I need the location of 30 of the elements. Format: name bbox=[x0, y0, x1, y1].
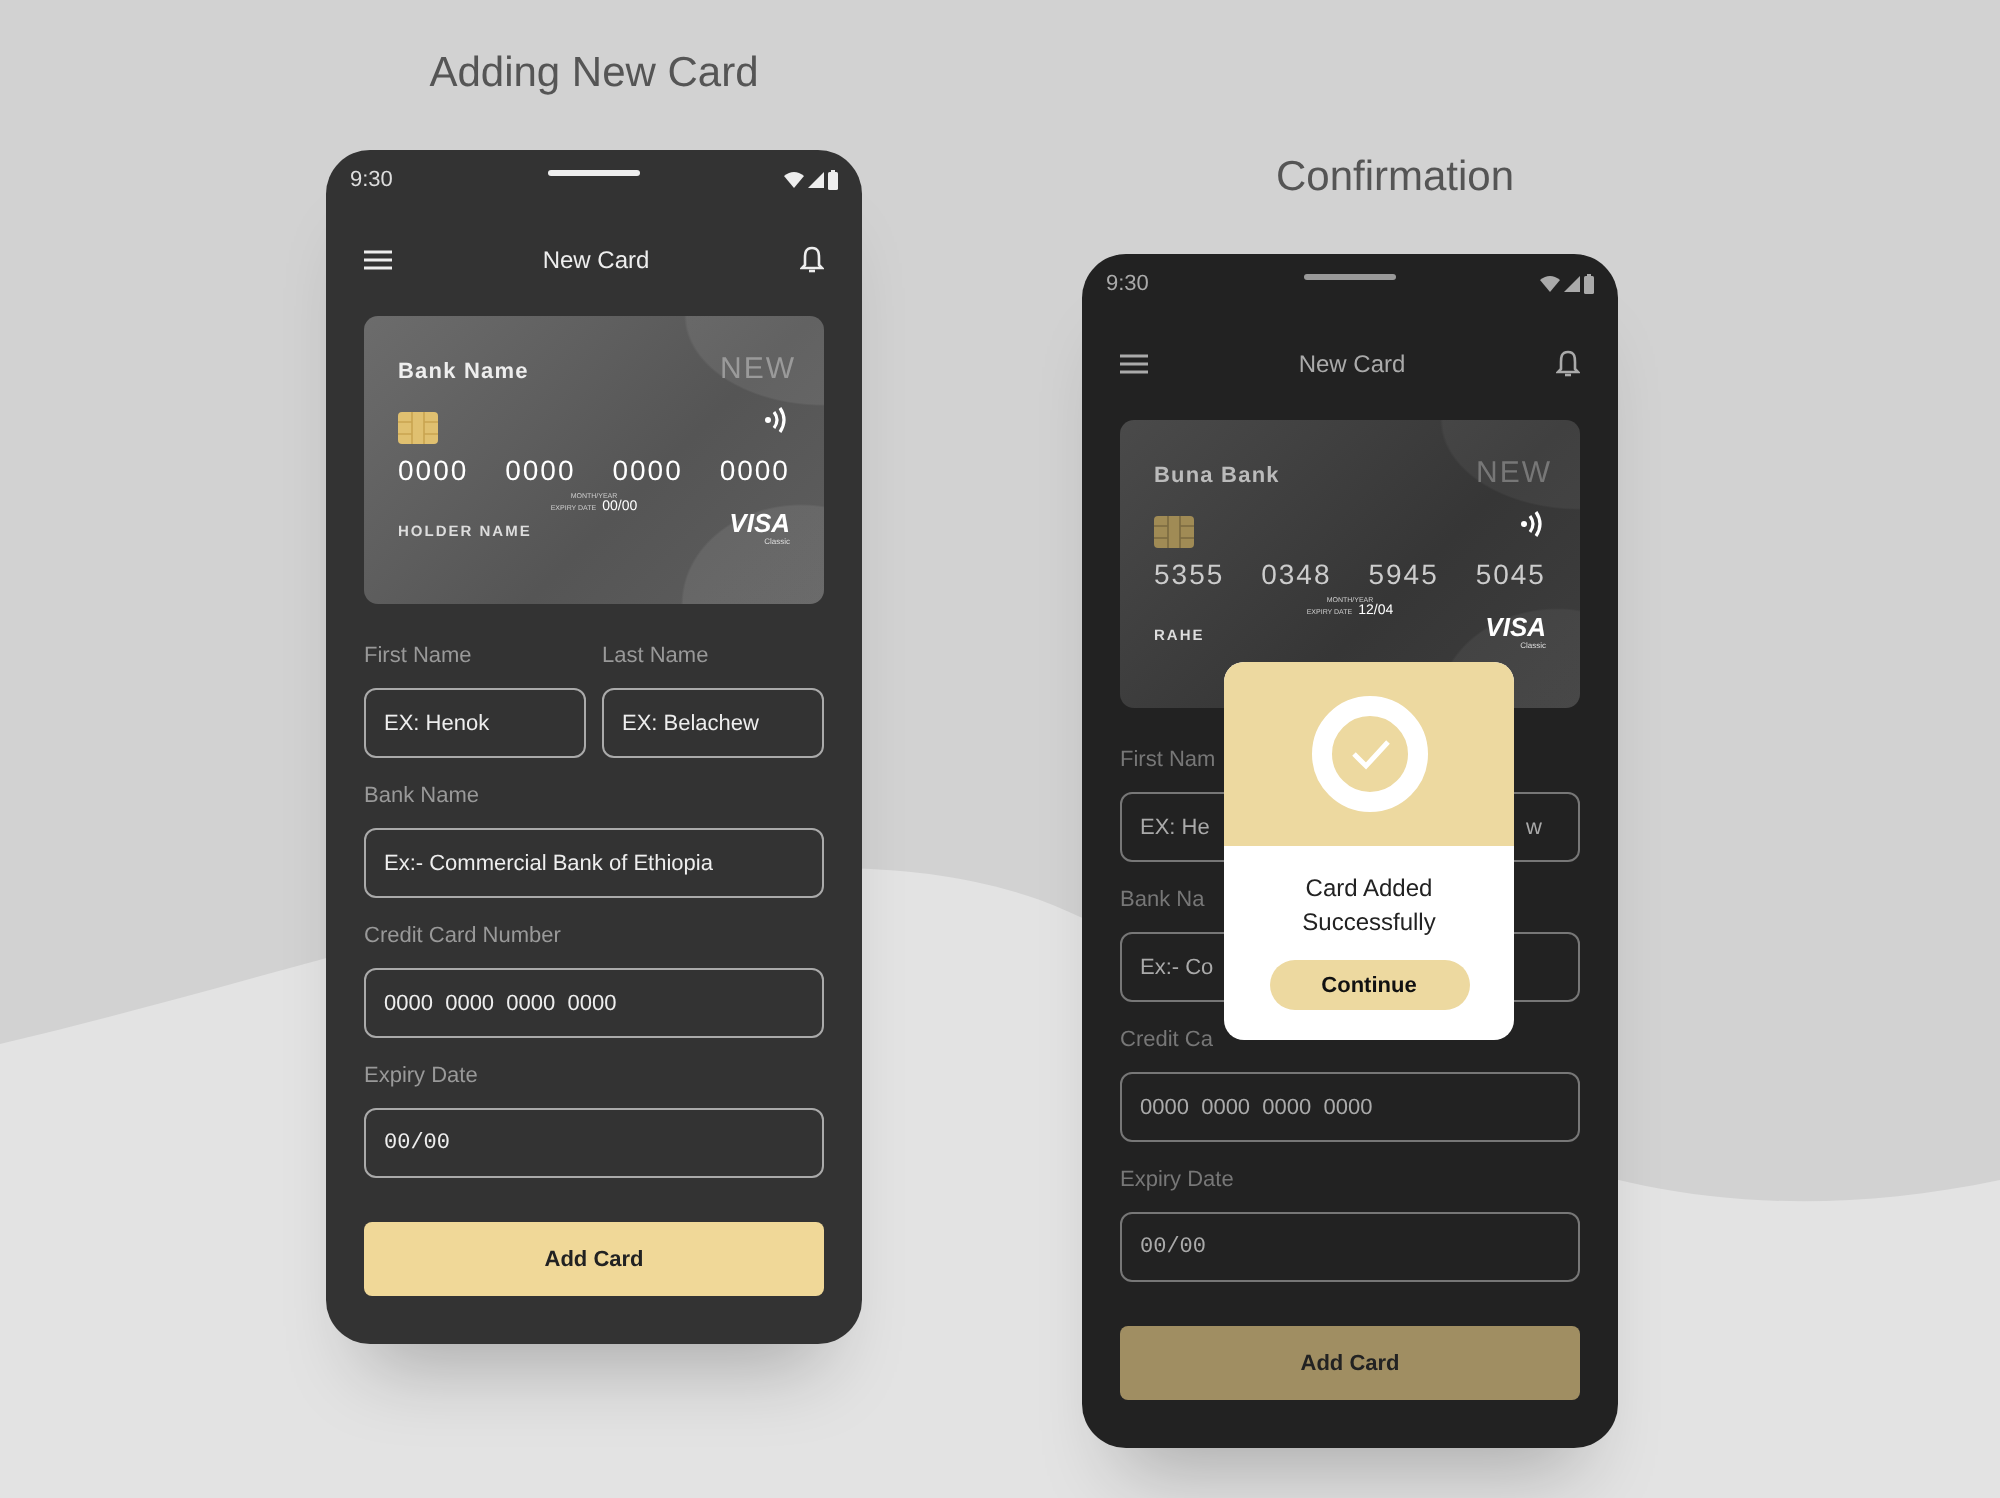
card-watermark-text: NEW bbox=[720, 352, 796, 386]
field-label: First Nam bbox=[1120, 748, 1218, 776]
card-bank-name: Buna Bank bbox=[1154, 464, 1280, 488]
card-number-group: 0000 bbox=[398, 454, 469, 486]
card-number-group: 0000 bbox=[719, 454, 790, 486]
field-label: Bank Name bbox=[364, 784, 481, 812]
dialog-message: Card Added Successfully bbox=[1300, 872, 1438, 940]
card-bank-name: Bank Name bbox=[398, 360, 529, 384]
card-number-group: 0000 bbox=[505, 454, 576, 486]
field-label: Last Name bbox=[602, 644, 711, 672]
status-time: 9:30 bbox=[1106, 272, 1149, 296]
field-label: Expiry Date bbox=[364, 1064, 480, 1092]
header-title: New Card bbox=[1298, 350, 1406, 378]
field-label: Credit Card Number bbox=[364, 924, 563, 952]
card-brand: VISA bbox=[1485, 614, 1546, 640]
status-time: 9:30 bbox=[350, 168, 393, 192]
card-watermark-text: NEW bbox=[1476, 456, 1552, 490]
card-number-group: 0000 bbox=[612, 454, 683, 486]
card-number-group: 5355 bbox=[1154, 558, 1225, 590]
field-label: Bank Na bbox=[1120, 888, 1207, 916]
field-label: Credit Ca bbox=[1120, 1028, 1215, 1056]
card-brand: VISA bbox=[729, 510, 790, 536]
card-number-group: 5045 bbox=[1475, 558, 1546, 590]
field-label: First Name bbox=[364, 644, 474, 672]
header-title: New Card bbox=[542, 246, 650, 274]
field-label: Expiry Date bbox=[1120, 1168, 1236, 1196]
screen-title: Adding New Card bbox=[429, 48, 759, 100]
card-number-group: 5945 bbox=[1368, 558, 1439, 590]
card-number-group: 0348 bbox=[1261, 558, 1332, 590]
screen-title: Confirmation bbox=[1273, 152, 1517, 204]
